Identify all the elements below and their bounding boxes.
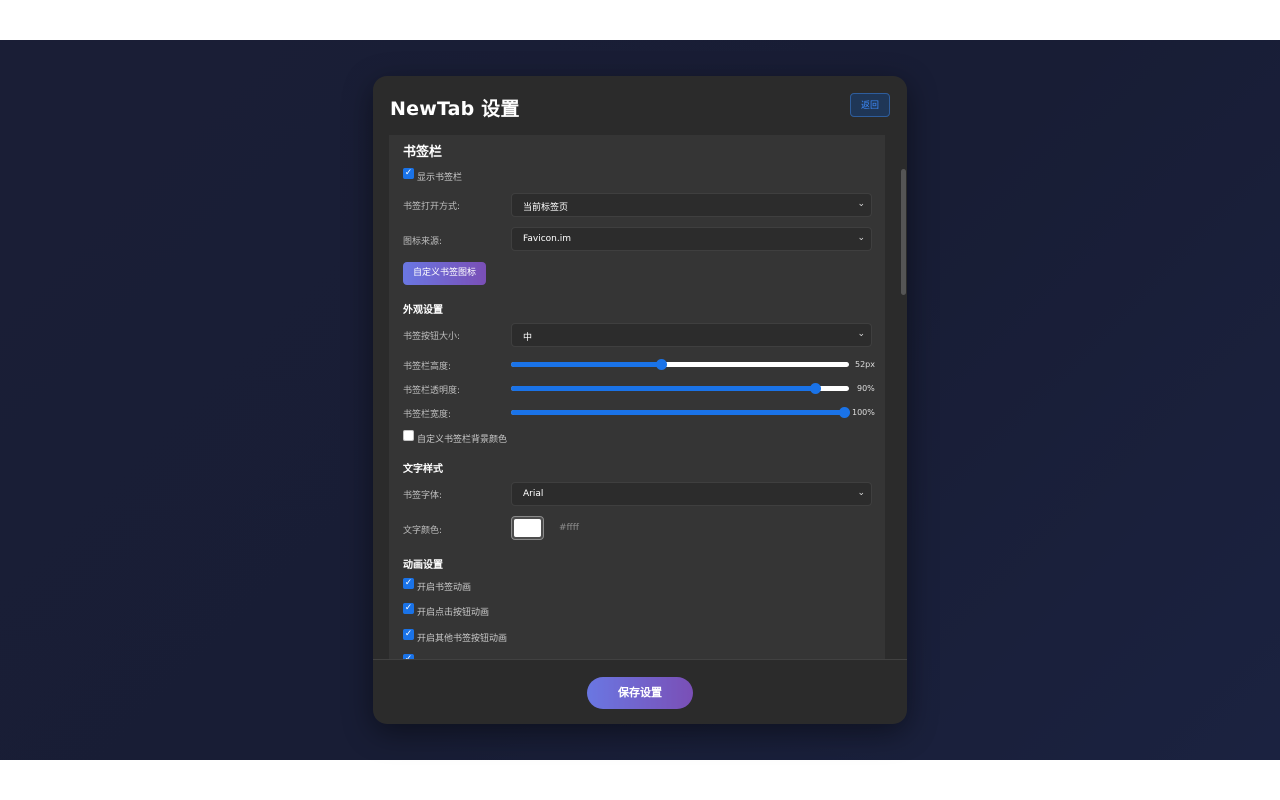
bar-width-label: 书签栏宽度: [403,410,452,420]
check-icon: ✓ [404,578,413,588]
bar-opacity-slider-fill [511,386,816,391]
bookmark-animation-label: 开启书签动画 [417,583,472,593]
show-bookmark-bar-checkbox[interactable]: ✓ [403,168,414,179]
check-icon: ✓ [404,629,413,639]
other-buttons-animation-label: 开启其他书签按钮动画 [417,634,508,644]
font-value: Arial [523,489,544,499]
custom-bg-color-label: 自定义书签栏背景颜色 [417,435,508,445]
bar-height-slider-handle[interactable] [656,359,668,370]
button-size-value: 中 [523,333,533,343]
check-icon: ✓ [404,168,413,178]
chevron-down-icon: ⌄ [857,233,865,243]
bar-width-value: 100% [852,408,875,417]
bar-opacity-slider-handle[interactable] [810,383,822,394]
font-select[interactable]: Arial ⌄ [511,482,872,506]
bar-width-slider[interactable] [511,407,850,418]
font-label: 书签字体: [403,491,443,501]
open-mode-label: 书签打开方式: [403,202,461,212]
custom-bookmark-icons-button[interactable]: 自定义书签图标 [403,262,486,285]
bar-height-label: 书签栏高度: [403,362,452,372]
text-color-hex: #ffff [559,523,579,533]
open-mode-select[interactable]: 当前标签页 ⌄ [511,193,872,217]
custom-bg-color-checkbox[interactable] [403,430,414,441]
bar-opacity-label: 书签栏透明度: [403,386,461,396]
check-icon: ✓ [404,603,413,613]
bookmark-animation-checkbox[interactable]: ✓ [403,578,414,589]
bar-opacity-value: 90% [857,384,875,393]
scrollbar-thumb[interactable] [901,169,906,295]
dialog-footer: 保存设置 [373,659,907,724]
back-button[interactable]: 返回 [850,93,890,117]
chevron-down-icon: ⌄ [857,199,865,209]
icon-source-value: Favicon.im [523,234,571,244]
section-title-bookmark-bar: 书签栏 [403,145,443,160]
settings-dialog: NewTab 设置 返回 书签栏 ✓ 显示书签栏 书签打开方式: 当前标签页 ⌄… [373,76,907,724]
bar-height-slider[interactable] [511,359,849,370]
button-size-label: 书签按钮大小: [403,332,461,342]
bar-width-slider-fill [511,410,844,415]
save-settings-button[interactable]: 保存设置 [587,677,693,709]
dialog-header: NewTab 设置 返回 [373,76,907,135]
show-bookmark-bar-label: 显示书签栏 [417,173,463,183]
other-buttons-animation-checkbox[interactable]: ✓ [403,629,414,640]
bar-width-slider-handle[interactable] [839,407,850,418]
chevron-down-icon: ⌄ [857,329,865,339]
dialog-title: NewTab 设置 [390,98,520,120]
click-animation-checkbox[interactable]: ✓ [403,603,414,614]
icon-source-select[interactable]: Favicon.im ⌄ [511,227,872,251]
settings-scroll-area[interactable]: 书签栏 ✓ 显示书签栏 书签打开方式: 当前标签页 ⌄ 图标来源: Favico… [389,135,885,659]
bar-opacity-slider[interactable] [511,383,849,394]
section-title-animation: 动画设置 [403,560,443,571]
click-animation-label: 开启点击按钮动画 [417,608,490,618]
button-size-select[interactable]: 中 ⌄ [511,323,872,347]
bar-height-slider-fill [511,362,662,367]
icon-source-label: 图标来源: [403,237,443,247]
section-title-text-style: 文字样式 [403,464,443,475]
section-title-appearance: 外观设置 [403,305,443,316]
color-swatch [514,519,541,537]
open-mode-value: 当前标签页 [523,203,569,213]
bar-height-value: 52px [855,360,875,369]
chevron-down-icon: ⌄ [857,488,865,498]
settings-scrollbar[interactable] [900,135,907,659]
text-color-picker[interactable] [511,516,544,540]
text-color-label: 文字颜色: [403,526,443,536]
